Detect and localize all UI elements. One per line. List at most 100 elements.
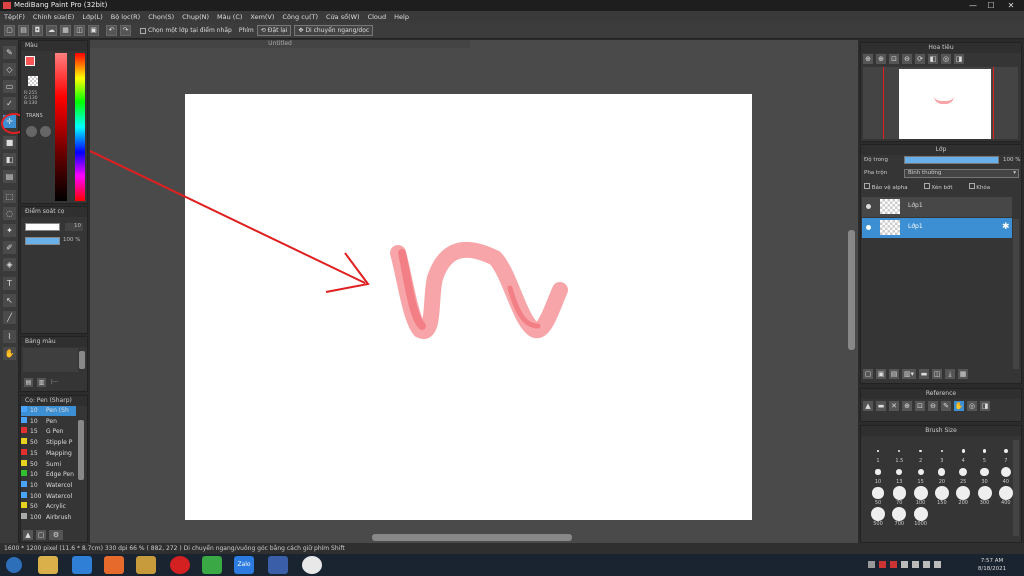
brush-list-item[interactable]: 10 Pen (Sh <box>21 406 76 416</box>
canvas-vscroll[interactable] <box>848 230 855 350</box>
eraser-tool-icon[interactable]: ◇ <box>3 63 16 76</box>
select-rect-icon[interactable]: ⬚ <box>3 190 16 203</box>
layer-row[interactable]: Lớp1 <box>862 197 1012 217</box>
share-icon[interactable]: ◫ <box>74 25 85 36</box>
menu-file[interactable]: Tệp(F) <box>4 13 25 21</box>
brush-list-item[interactable]: 50 Sumi <box>21 459 76 470</box>
new-halftone-icon[interactable]: ▤ <box>889 369 899 379</box>
delete-layer-icon[interactable]: ▦ <box>958 369 968 379</box>
brush-size-dot[interactable] <box>977 486 992 500</box>
brush-size-dot[interactable] <box>917 468 924 476</box>
zoom-out-icon[interactable]: ⊖ <box>902 54 912 64</box>
brush-list-item[interactable]: 10 Pen <box>21 416 76 427</box>
cloud-icon[interactable]: ☁ <box>46 25 57 36</box>
select-pen-icon[interactable]: ✐ <box>3 241 16 254</box>
tray-battery-icon[interactable] <box>923 561 930 568</box>
brush-size-dot[interactable] <box>896 469 903 475</box>
palette-delete-icon[interactable]: ▥ <box>37 378 46 387</box>
reference-zoom-in-icon[interactable]: ⊕ <box>902 401 912 411</box>
new-layer-2-icon[interactable]: ▣ <box>876 369 886 379</box>
reference-zoom-out-icon[interactable]: ⊖ <box>928 401 938 411</box>
secondary-color-swatch[interactable] <box>28 76 38 86</box>
folder-icon[interactable]: ▬ <box>919 369 929 379</box>
menu-cloud[interactable]: Cloud <box>368 13 387 21</box>
lock-checkbox[interactable] <box>968 183 975 189</box>
canvas-tab[interactable]: Untitled <box>90 40 470 48</box>
palette-icon[interactable] <box>26 126 37 137</box>
brush-size-dot[interactable] <box>872 487 884 499</box>
fullscreen-icon[interactable]: ▣ <box>88 25 99 36</box>
brush-menu-icon[interactable]: ⚙ <box>49 530 63 540</box>
brush-size-dot[interactable] <box>871 507 885 521</box>
clock[interactable]: 7:57 AM 8/18/2021 <box>972 557 1012 573</box>
new-layer-icon[interactable]: ▢ <box>863 369 873 379</box>
duplicate-layer-icon[interactable]: ◫ <box>932 369 942 379</box>
operation-tool-icon[interactable]: ↖ <box>3 294 16 307</box>
protect-alpha-option[interactable]: Bảo vệ alpha <box>864 183 908 191</box>
reference-pen-icon[interactable]: ✎ <box>941 401 951 411</box>
brush-size-scrollbar[interactable] <box>1013 440 1019 536</box>
brush-list-item[interactable]: 50 Acrylic <box>21 502 76 512</box>
brush-size-dot[interactable] <box>938 468 946 476</box>
menu-tools[interactable]: Công cụ(T) <box>282 13 318 21</box>
reference-fit-icon[interactable]: ⊡ <box>915 401 925 411</box>
menu-snap[interactable]: Chụp(N) <box>182 13 209 21</box>
file-explorer-icon[interactable] <box>38 556 58 574</box>
grid-icon[interactable]: ▦ <box>60 25 71 36</box>
opera-icon[interactable] <box>170 556 190 574</box>
brush-list-item[interactable]: 15 G Pen <box>21 427 76 437</box>
comment-icon[interactable]: ◘ <box>32 25 43 36</box>
brush-list-item[interactable]: 15 Mapping <box>21 448 76 459</box>
layer-row-selected[interactable]: Lớp1 ✱ <box>862 218 1012 238</box>
brush-size-dot[interactable] <box>892 486 906 500</box>
maximize-button[interactable]: ☐ <box>984 0 998 11</box>
brush-size-dot[interactable] <box>998 486 1013 500</box>
protect-alpha-checkbox[interactable] <box>864 183 870 189</box>
zoom-in-2-icon[interactable]: ⊕ <box>876 54 886 64</box>
select-layer-checkbox[interactable] <box>140 27 146 34</box>
rotate-icon[interactable]: ⟳ <box>915 54 925 64</box>
brush-size-dot[interactable] <box>961 449 965 453</box>
brush-list-scrollbar[interactable] <box>78 420 84 480</box>
menu-filter[interactable]: Bộ lọc(R) <box>111 13 140 21</box>
fill-rect-icon[interactable]: ■ <box>3 136 16 149</box>
tray-arrow-icon[interactable] <box>868 561 875 568</box>
layer-scrollbar[interactable] <box>1013 219 1019 369</box>
check-tool-icon[interactable]: ✓ <box>3 97 16 110</box>
menu-edit[interactable]: Chỉnh sửa(E) <box>33 13 74 21</box>
pen-tool-icon[interactable]: ✎ <box>3 46 16 59</box>
rect-tool-icon[interactable]: ▭ <box>3 80 16 93</box>
brush-size-dot[interactable] <box>877 450 879 452</box>
save-icon[interactable]: ▤ <box>18 25 29 36</box>
brush-size-dot[interactable] <box>919 449 922 453</box>
color-spectrum[interactable] <box>55 53 67 201</box>
brush-size-dot[interactable] <box>980 467 989 477</box>
flip-icon[interactable]: ◧ <box>928 54 938 64</box>
tray-app-icon[interactable] <box>879 561 886 568</box>
tray-keyboard-icon[interactable] <box>934 561 941 568</box>
zalo-icon[interactable]: Zalo <box>234 556 254 574</box>
hand-tool-icon[interactable]: ✋ <box>3 347 16 360</box>
brush-size-dot[interactable] <box>875 469 881 475</box>
hue-slider[interactable] <box>75 53 85 201</box>
menu-select[interactable]: Chọn(S) <box>148 13 174 21</box>
brush-size-slider[interactable] <box>25 223 60 231</box>
clipping-checkbox[interactable] <box>923 183 930 189</box>
reference-up-icon[interactable]: ▲ <box>863 401 873 411</box>
brush-list-item[interactable]: 10 Watercol <box>21 480 76 491</box>
medibang-icon[interactable] <box>202 556 222 574</box>
palette-scrollbar[interactable] <box>79 351 85 369</box>
eyedropper-icon[interactable]: ⌇ <box>3 330 16 343</box>
reference-reset-icon[interactable]: ◎ <box>967 401 977 411</box>
remote-desktop-icon[interactable] <box>268 556 288 574</box>
fit-icon[interactable]: ⊡ <box>889 54 899 64</box>
layer-opacity-slider[interactable] <box>904 156 999 164</box>
firefox-icon[interactable] <box>104 556 124 574</box>
start-button-icon[interactable] <box>6 557 22 573</box>
brush-size-dot[interactable] <box>1000 466 1011 478</box>
tray-network-icon[interactable] <box>912 561 919 568</box>
magic-wand-icon[interactable]: ✦ <box>3 224 16 237</box>
reference-hand-icon[interactable]: ✋ <box>954 401 964 411</box>
blend-select[interactable]: Bình thường ▾ <box>904 169 1019 178</box>
reference-open-icon[interactable]: ▬ <box>876 401 886 411</box>
